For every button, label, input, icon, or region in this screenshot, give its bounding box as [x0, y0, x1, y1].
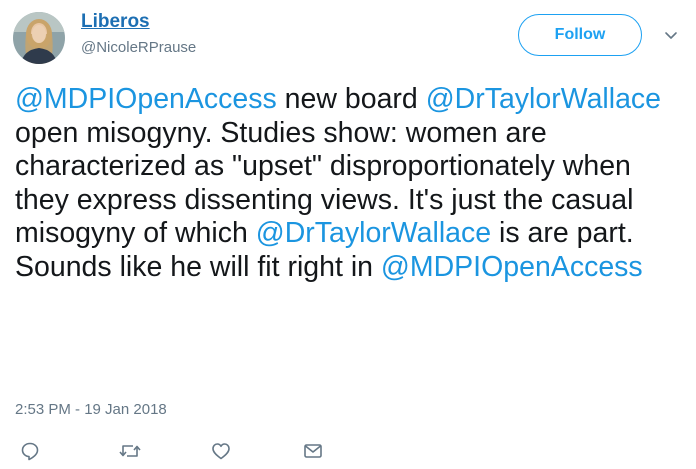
mention-link[interactable]: @MDPIOpenAccess	[15, 83, 277, 115]
follow-button[interactable]: Follow	[518, 14, 642, 56]
avatar-image	[13, 12, 65, 64]
retweet-icon[interactable]	[118, 440, 141, 462]
mention-link[interactable]: @DrTaylorWallace	[256, 217, 491, 249]
tweet-timestamp[interactable]: 2:53 PM - 19 Jan 2018	[15, 401, 167, 418]
tweet-text-segment: new board	[276, 83, 426, 115]
author-display-name[interactable]: Liberos	[81, 11, 150, 33]
mention-link[interactable]: @DrTaylorWallace	[426, 83, 661, 115]
avatar[interactable]	[13, 12, 65, 64]
like-icon[interactable]	[210, 440, 232, 462]
chevron-down-icon[interactable]	[662, 26, 680, 44]
mention-link[interactable]: @MDPIOpenAccess	[381, 251, 643, 283]
author-handle: @NicoleRPrause	[81, 39, 197, 56]
tweet-text: @MDPIOpenAccess new board @DrTaylorWalla…	[15, 83, 687, 285]
direct-message-icon[interactable]	[302, 440, 324, 462]
reply-icon[interactable]	[19, 440, 41, 462]
